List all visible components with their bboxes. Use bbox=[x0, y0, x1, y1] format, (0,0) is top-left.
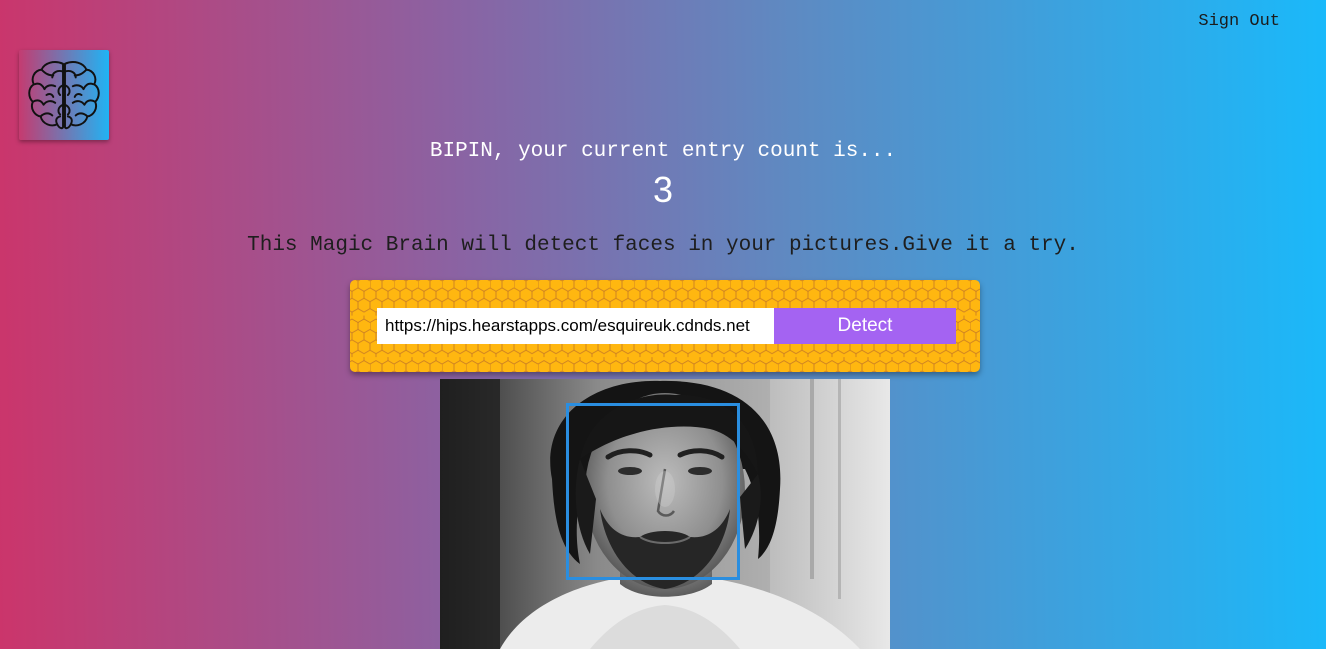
sign-out-link[interactable]: Sign Out bbox=[1198, 12, 1280, 31]
entry-count-value: 3 bbox=[652, 169, 674, 210]
logo bbox=[19, 50, 109, 140]
entry-count-message: BIPIN, your current entry count is... bbox=[429, 140, 897, 163]
detect-button[interactable]: Detect bbox=[774, 308, 956, 344]
input-image bbox=[440, 379, 890, 649]
tagline: This Magic Brain will detect faces in yo… bbox=[247, 234, 1079, 257]
brain-icon bbox=[28, 61, 100, 130]
rank-display: BIPIN, your current entry count is... 3 bbox=[0, 140, 1326, 212]
image-link-form: Detect bbox=[350, 280, 980, 372]
face-bounding-box bbox=[566, 403, 740, 580]
image-url-input[interactable] bbox=[377, 308, 774, 344]
